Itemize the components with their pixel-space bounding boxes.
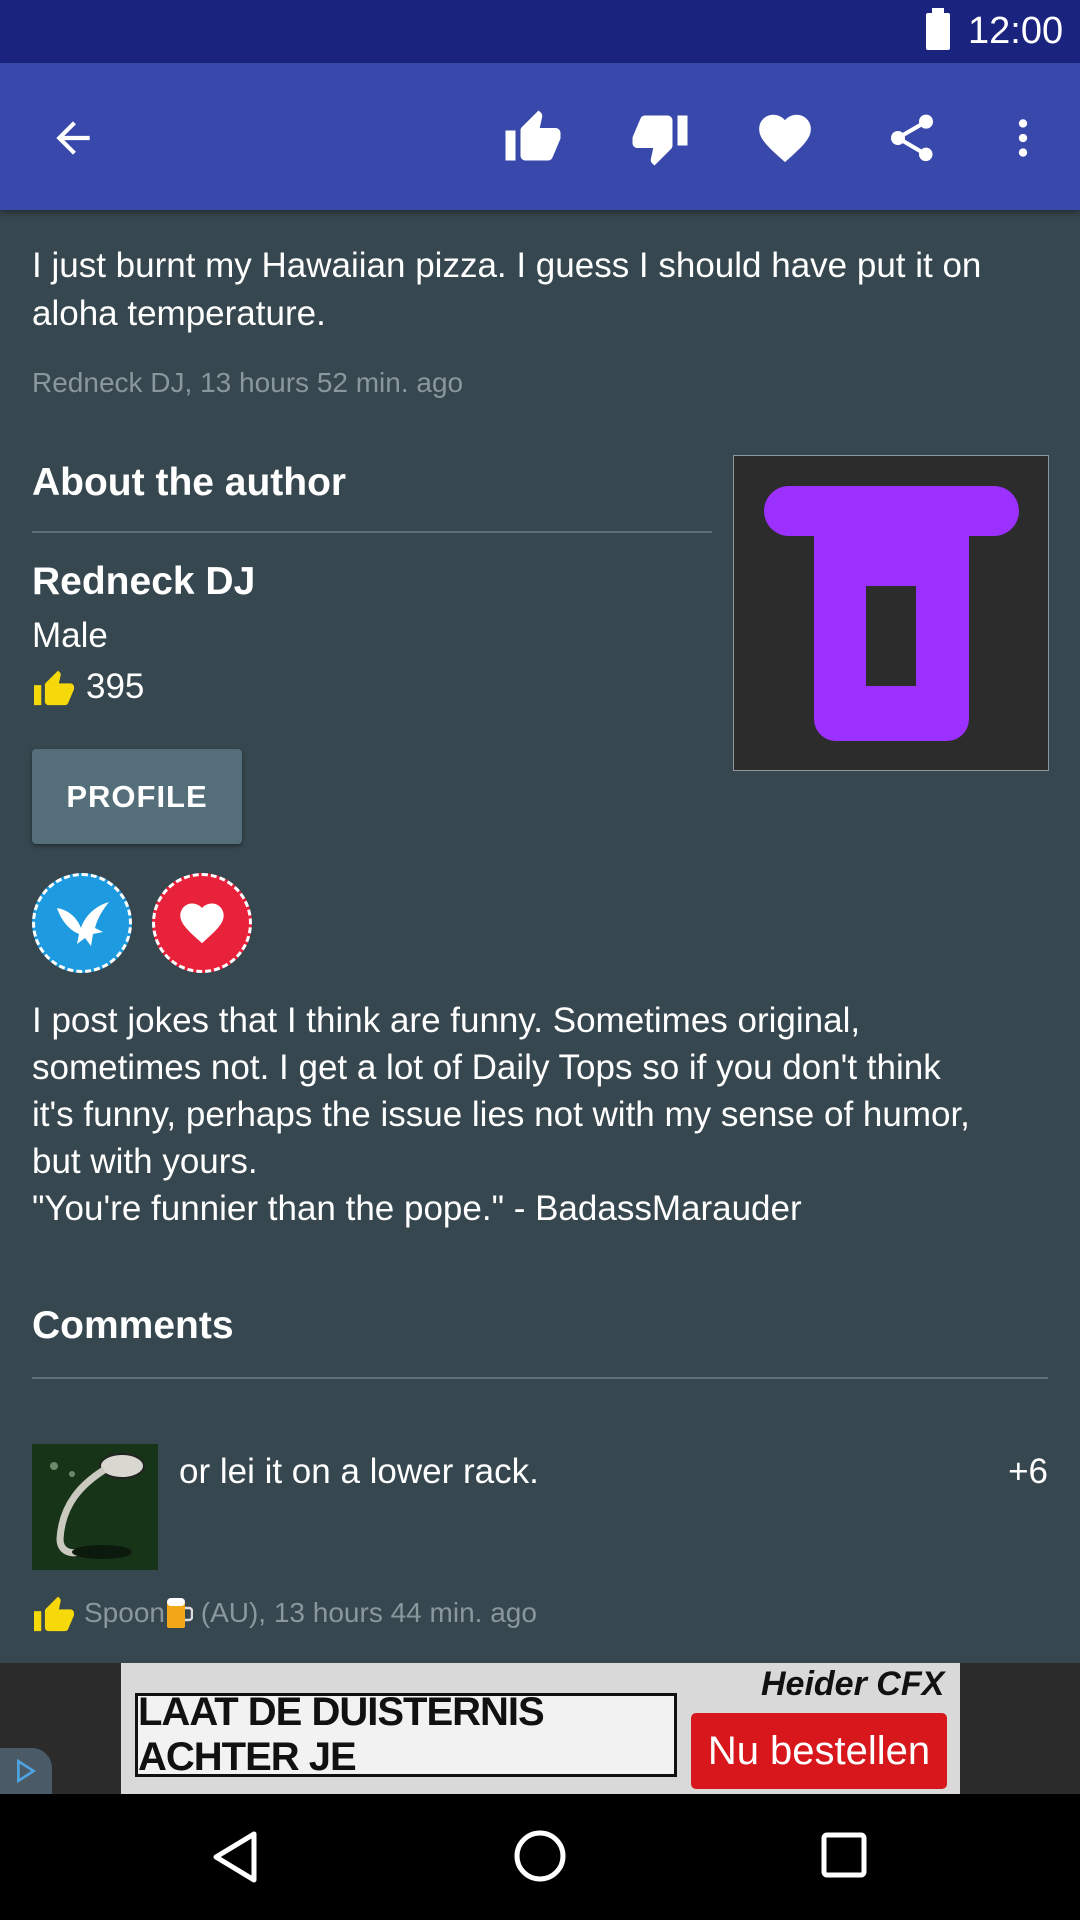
author-likes: 395 (32, 667, 144, 707)
heart-badge-icon[interactable] (152, 873, 252, 973)
ad-choices-icon[interactable] (0, 1748, 52, 1794)
system-nav-bar (0, 1794, 1080, 1920)
author-avatar-graphic (764, 486, 1019, 741)
bio-line: but with yours. (32, 1142, 258, 1181)
bio-line: I post jokes that I think are funny. Som… (32, 1001, 861, 1040)
divider (32, 531, 712, 533)
thumbs-down-icon[interactable] (625, 103, 695, 173)
divider (32, 1377, 1048, 1379)
author-avatar[interactable] (733, 455, 1049, 771)
author-likes-count: 395 (86, 667, 145, 706)
joke-meta: Redneck DJ, 13 hours 52 min. ago (32, 367, 464, 398)
comment-meta-text: (AU), 13 hours 44 min. ago (192, 1597, 537, 1628)
spoon-avatar-graphic (32, 1444, 158, 1570)
arrow-back-icon[interactable] (38, 103, 108, 173)
comment-avatar[interactable] (32, 1444, 158, 1570)
thumbs-up-icon[interactable] (32, 1593, 76, 1633)
more-vert-icon[interactable] (988, 103, 1058, 173)
author-gender: Male (32, 616, 108, 655)
home-nav-icon[interactable] (513, 1829, 567, 1883)
comments-heading: Comments (32, 1304, 234, 1347)
ad-tagline: LAAT DE DUISTERNIS ACHTER JE (135, 1690, 677, 1779)
ad-cta-button[interactable]: Nu bestellen (691, 1713, 947, 1789)
ad-banner[interactable]: LAAT DE DUISTERNIS ACHTER JE Heider CFX … (0, 1663, 1080, 1794)
back-nav-icon[interactable] (210, 1830, 260, 1884)
bio-line: it's funny, perhaps the issue lies not w… (32, 1095, 970, 1134)
battery-full-icon (926, 8, 950, 50)
heart-icon[interactable] (750, 103, 820, 173)
author-bio: I post jokes that I think are funny. Som… (32, 997, 1052, 1232)
profile-button[interactable]: PROFILE (32, 749, 242, 844)
comment-author[interactable]: Spoon (84, 1597, 165, 1629)
bio-line: "You're funnier than the pope." - Badass… (32, 1189, 802, 1228)
status-time: 12:00 (968, 10, 1064, 52)
comment-meta: Spoon (AU), 13 hours 44 min. ago (32, 1593, 537, 1633)
ad-creative[interactable]: LAAT DE DUISTERNIS ACHTER JE Heider CFX … (121, 1663, 960, 1794)
app-bar (0, 63, 1080, 210)
comment-score: +6 (1008, 1452, 1048, 1491)
thumbs-up-icon[interactable] (498, 103, 568, 173)
about-author-heading: About the author (32, 461, 347, 504)
heart-icon (180, 903, 224, 944)
ad-brand: Heider CFX (761, 1665, 945, 1703)
thumbs-up-icon (34, 670, 74, 706)
comment-text: or lei it on a lower rack. (179, 1452, 539, 1491)
beer-icon (166, 1598, 193, 1628)
recents-nav-icon[interactable] (820, 1831, 868, 1879)
share-icon[interactable] (877, 103, 947, 173)
eagle-icon (57, 902, 109, 946)
author-name: Redneck DJ (32, 560, 256, 603)
status-bar: 12:00 (0, 0, 1080, 63)
joke-text: I just burnt my Hawaiian pizza. I guess … (32, 246, 982, 333)
bio-line: sometimes not. I get a lot of Daily Tops… (32, 1048, 941, 1087)
eagle-badge-icon[interactable] (32, 873, 132, 973)
